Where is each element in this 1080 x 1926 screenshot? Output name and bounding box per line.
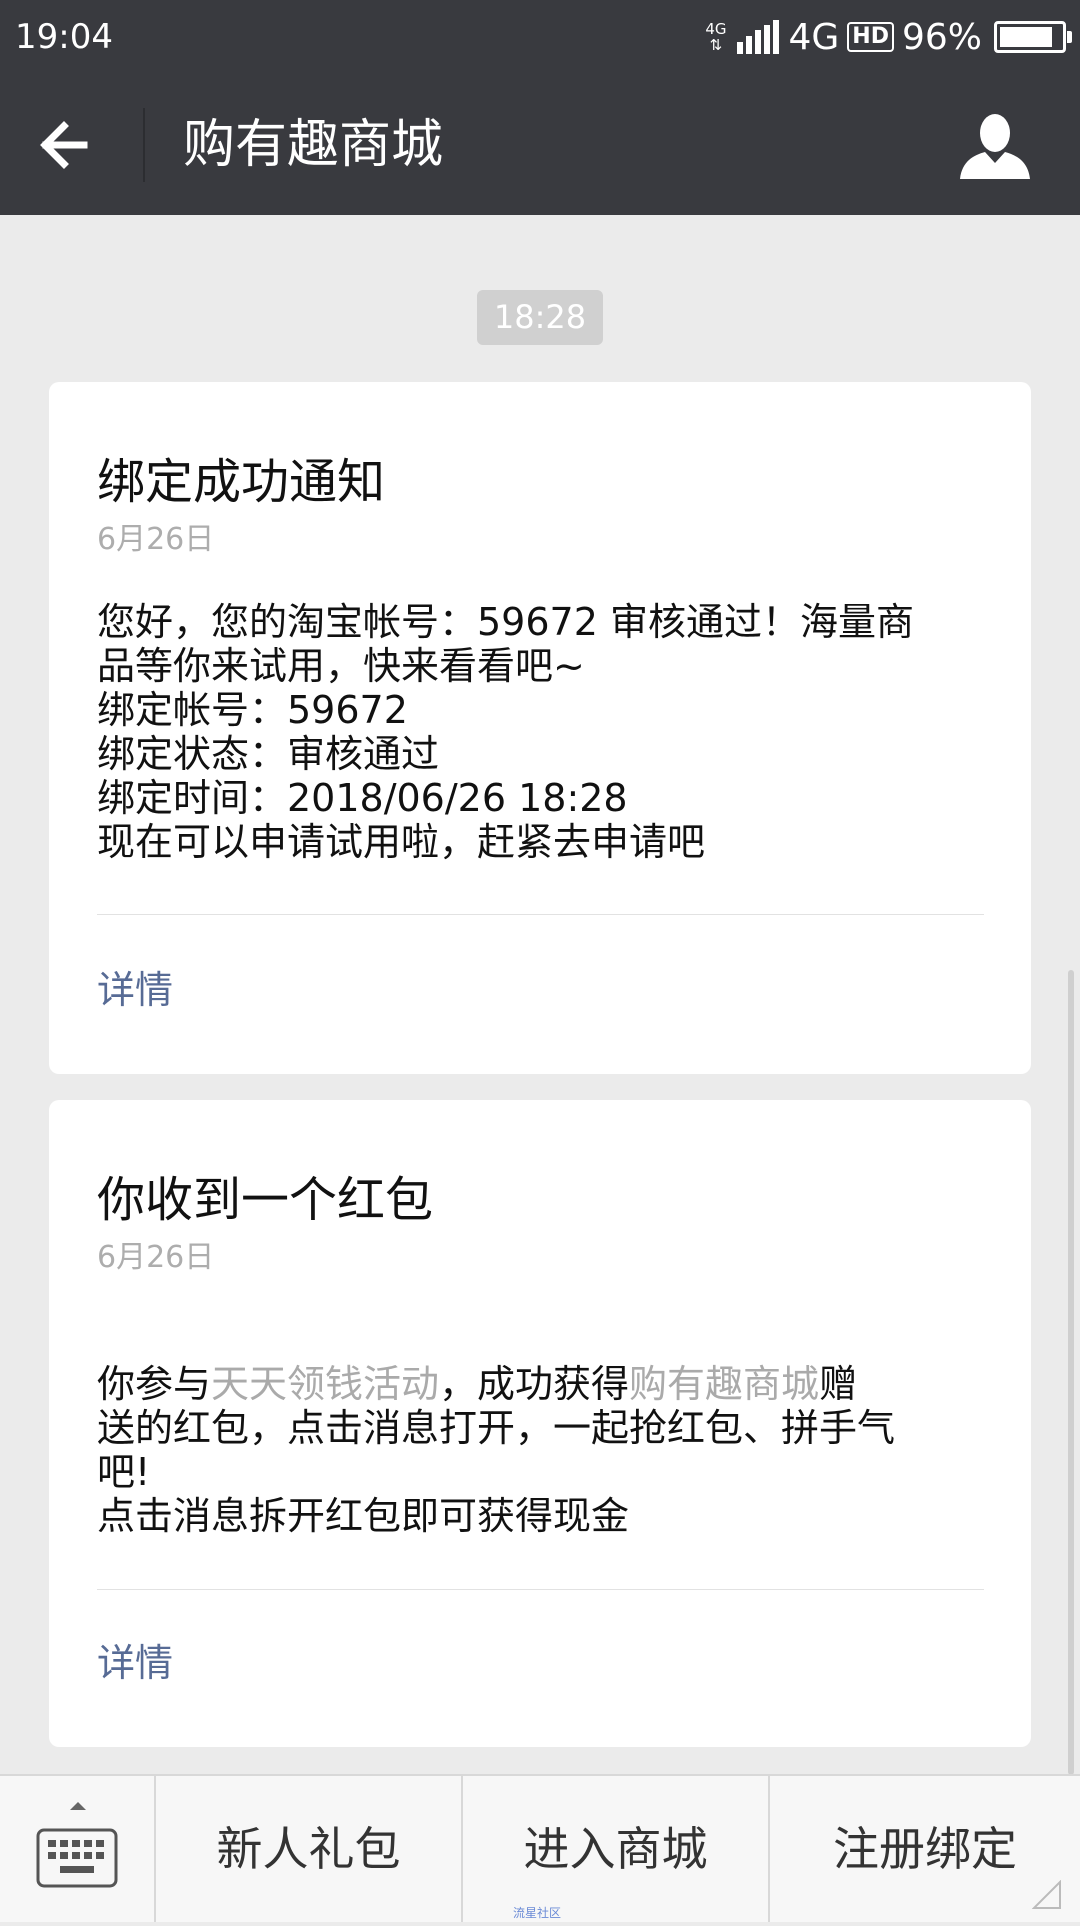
network-label: 4G bbox=[788, 16, 840, 58]
message-body-line: 绑定帐号：59672 bbox=[97, 688, 408, 732]
status-bar: 19:04 4G ⇅ 4G HD 96% bbox=[0, 0, 1080, 75]
signal-icon bbox=[737, 20, 780, 54]
message-body-line: 点击消息拆开红包即可获得现金 bbox=[97, 1494, 630, 1538]
message-card[interactable]: 绑定成功通知 6月26日 您好，您的淘宝帐号：59672 审核通过！海量商 品等… bbox=[49, 382, 1031, 1074]
watermark: 流星社区 bbox=[513, 1906, 562, 1920]
message-title: 绑定成功通知 bbox=[97, 454, 386, 510]
message-body-line: 品等你来试用，快来看看吧~ bbox=[97, 644, 585, 688]
battery-icon bbox=[994, 21, 1072, 53]
message-date: 6月26日 bbox=[97, 1240, 215, 1275]
body-text: 赠 bbox=[819, 1362, 858, 1406]
menu-newcomer-gift[interactable]: 新人礼包 bbox=[156, 1776, 463, 1922]
message-card[interactable]: 你收到一个红包 6月26日 你参与天天领钱活动，成功获得购有趣商城赠 送的红包，… bbox=[49, 1100, 1031, 1747]
hd-icon: HD bbox=[847, 22, 894, 52]
message-body-line: 吧! bbox=[97, 1450, 151, 1494]
body-text: 你参与 bbox=[97, 1362, 212, 1406]
back-button[interactable] bbox=[36, 113, 108, 177]
keyboard-toggle-button[interactable] bbox=[0, 1776, 156, 1922]
message-date: 6月26日 bbox=[97, 522, 215, 557]
person-icon bbox=[960, 114, 1030, 179]
keyboard-icon bbox=[36, 1802, 118, 1888]
status-time: 19:04 bbox=[15, 17, 113, 57]
status-icons: 4G ⇅ 4G HD 96% bbox=[705, 14, 1072, 60]
back-arrow-icon bbox=[40, 121, 88, 169]
header-divider bbox=[143, 108, 145, 182]
message-body: 你参与天天领钱活动，成功获得购有趣商城赠 送的红包，点击消息打开，一起抢红包、拼… bbox=[97, 1362, 987, 1538]
battery-percent: 96% bbox=[901, 16, 982, 58]
menu-enter-mall[interactable]: 进入商城 bbox=[463, 1776, 770, 1922]
network-type-icon: 4G ⇅ bbox=[705, 21, 726, 53]
battery-fill bbox=[1000, 27, 1052, 47]
data-activity-icon: ⇅ bbox=[709, 36, 723, 54]
chat-header: 购有趣商城 bbox=[0, 75, 1080, 215]
message-body: 您好，您的淘宝帐号：59672 审核通过！海量商 品等你来试用，快来看看吧~ 绑… bbox=[97, 600, 987, 864]
message-title: 你收到一个红包 bbox=[97, 1172, 434, 1228]
message-body-line: 绑定状态：审核通过 bbox=[97, 732, 440, 776]
message-timestamp: 18:28 bbox=[477, 290, 603, 345]
message-body-line: 送的红包，点击消息打开，一起抢红包、拼手气 bbox=[97, 1406, 896, 1450]
corner-triangle-icon bbox=[1032, 1880, 1061, 1909]
bottom-menu: 新人礼包 进入商城 注册绑定 bbox=[0, 1774, 1080, 1922]
network-type-label: 4G bbox=[705, 20, 727, 38]
profile-button[interactable] bbox=[958, 111, 1032, 181]
detail-link[interactable]: 详情 bbox=[97, 1640, 173, 1686]
message-body-line: 您好，您的淘宝帐号：59672 审核通过！海量商 bbox=[97, 600, 914, 644]
message-body-line: 现在可以申请试用啦，赶紧去申请吧 bbox=[97, 820, 706, 864]
activity-name: 天天领钱活动 bbox=[211, 1362, 440, 1406]
message-body-line: 你参与天天领钱活动，成功获得购有趣商城赠 bbox=[97, 1362, 987, 1406]
detail-link[interactable]: 详情 bbox=[97, 967, 173, 1013]
page-title: 购有趣商城 bbox=[183, 115, 444, 175]
store-name: 购有趣商城 bbox=[629, 1362, 820, 1406]
scrollbar[interactable] bbox=[1068, 970, 1074, 1775]
card-divider bbox=[97, 1589, 984, 1590]
body-text: ，成功获得 bbox=[439, 1362, 630, 1406]
message-body-line: 绑定时间：2018/06/26 18:28 bbox=[97, 776, 628, 820]
card-divider bbox=[97, 914, 984, 915]
